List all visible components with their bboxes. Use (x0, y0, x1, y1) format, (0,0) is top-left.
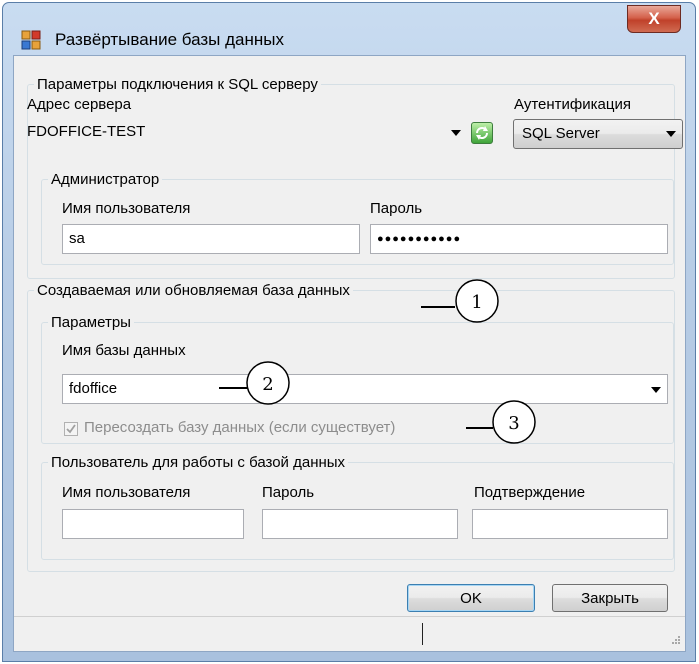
dbname-label: Имя базы данных (62, 342, 186, 359)
admin-username-value: sa (69, 230, 85, 247)
chevron-down-icon[interactable] (666, 131, 676, 137)
connection-group-title: Параметры подключения к SQL серверу (37, 76, 318, 93)
dbuser-confirm-label: Подтверждение (474, 484, 586, 501)
admin-group-title: Администратор (51, 171, 160, 188)
auth-value: SQL Server (522, 125, 600, 142)
dialog-client-area: Параметры подключения к SQL серверу Адре… (13, 55, 686, 652)
status-bar (14, 616, 685, 651)
admin-password-value: ●●●●●●●●●●● (377, 233, 462, 245)
dbuser-group-title: Пользователь для работы с базой данных (51, 454, 346, 471)
chevron-down-icon[interactable] (651, 387, 661, 393)
dbuser-confirm-input[interactable] (472, 509, 668, 539)
server-value: FDOFFICE-TEST (27, 123, 146, 140)
server-label: Адрес сервера (27, 96, 132, 113)
recreate-checkbox[interactable] (64, 422, 78, 436)
status-separator (422, 623, 423, 645)
title-bar[interactable]: Развёртывание базы данных X (3, 3, 695, 51)
admin-username-label: Имя пользователя (62, 200, 191, 217)
dbuser-group: Пользователь для работы с базой данных (41, 454, 674, 560)
auth-label: Аутентификация (514, 96, 631, 113)
database-deploy-icon (21, 30, 41, 50)
admin-password-label: Пароль (370, 200, 423, 217)
dbuser-password-input[interactable] (262, 509, 458, 539)
server-combobox[interactable]: FDOFFICE-TEST (27, 118, 467, 148)
resize-grip-icon[interactable] (669, 635, 681, 647)
close-button[interactable]: Закрыть (552, 584, 668, 612)
dialog-window: Развёртывание базы данных X Параметры по… (2, 2, 696, 662)
dbname-combobox[interactable]: fdoffice (62, 374, 668, 404)
refresh-servers-button[interactable] (471, 122, 493, 144)
params-group-title: Параметры (51, 314, 131, 331)
admin-password-input[interactable]: ●●●●●●●●●●● (370, 224, 668, 254)
dbuser-username-input[interactable] (62, 509, 244, 539)
auth-combobox[interactable]: SQL Server (513, 119, 683, 149)
close-window-button[interactable]: X (627, 5, 681, 33)
ok-button[interactable]: OK (407, 584, 535, 612)
dbname-value: fdoffice (69, 380, 118, 397)
check-icon (66, 424, 76, 434)
window-title: Развёртывание базы данных (55, 30, 284, 49)
chevron-down-icon[interactable] (451, 130, 461, 136)
dbuser-username-label: Имя пользователя (62, 484, 191, 501)
recreate-label: Пересоздать базу данных (если существует… (84, 419, 396, 436)
admin-username-input[interactable]: sa (62, 224, 360, 254)
refresh-icon (476, 126, 488, 140)
dbuser-password-label: Пароль (262, 484, 315, 501)
database-group-title: Создаваемая или обновляемая база данных (37, 282, 350, 299)
